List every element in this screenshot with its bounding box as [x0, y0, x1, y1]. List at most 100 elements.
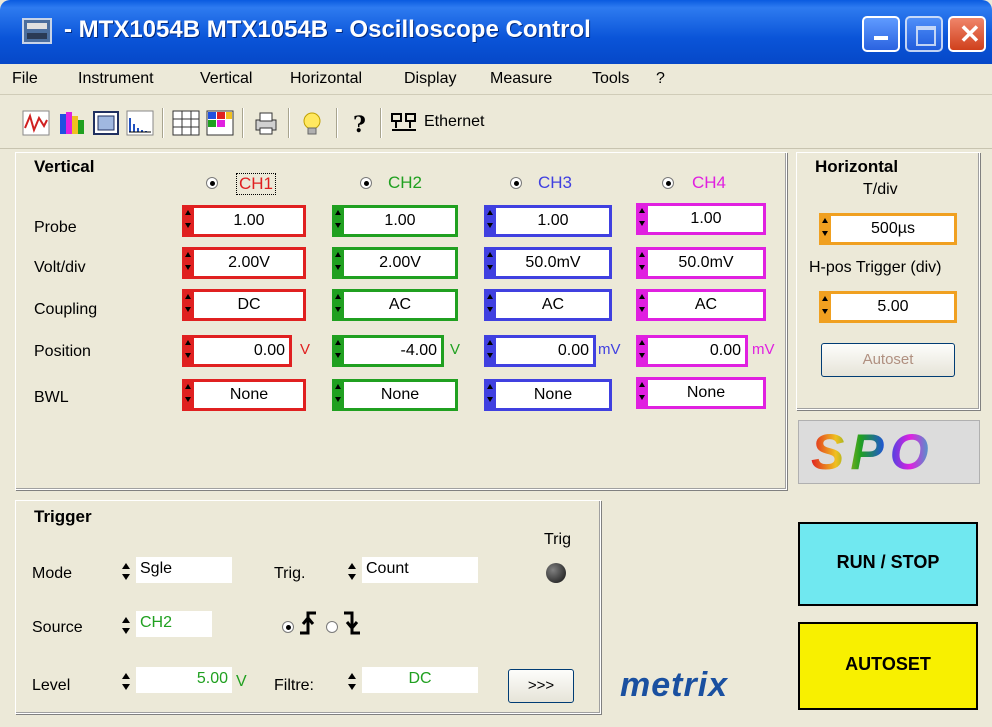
toolbar-separator — [162, 108, 164, 138]
hpos-spinner[interactable]: 5.00 — [819, 291, 957, 323]
ch4-position-value: 0.00 — [709, 342, 741, 359]
ch2-bwl-spinner[interactable]: None — [332, 379, 458, 411]
spo-logo-text: SPO — [811, 424, 935, 480]
ch2-probe-spinner[interactable]: 1.00 — [332, 205, 458, 237]
display-window-icon[interactable] — [92, 110, 120, 136]
ch2-position-spinner[interactable]: -4.00 — [332, 335, 444, 367]
ch4-probe-spinner[interactable]: 1.00 — [636, 203, 766, 235]
ch3-probe-value: 1.00 — [537, 212, 569, 229]
grid-icon[interactable] — [172, 110, 200, 136]
close-icon: ✕ — [959, 19, 981, 49]
falling-edge-icon — [344, 611, 360, 635]
horizontal-autoset-button[interactable]: Autoset — [821, 343, 955, 377]
ch3-coupling-spinner[interactable]: AC — [484, 289, 612, 321]
level-field[interactable]: 5.00 — [136, 667, 232, 693]
ch3-volt-div-spinner[interactable]: 50.0mV — [484, 247, 612, 279]
falling-edge-radio[interactable] — [326, 621, 338, 633]
ch4-volt-div-value: 50.0mV — [678, 254, 734, 271]
ch1-probe-value: 1.00 — [233, 212, 265, 229]
source-spinner-arrows[interactable] — [120, 613, 132, 639]
ch1-probe-spinner[interactable]: 1.00 — [182, 205, 306, 237]
maximize-button[interactable] — [905, 16, 943, 52]
app-icon[interactable] — [22, 18, 52, 44]
menu-help[interactable]: ? — [656, 70, 665, 88]
ch3-position-spinner[interactable]: 0.00 — [484, 335, 596, 367]
ch4-radio[interactable] — [662, 177, 674, 189]
menu-tools[interactable]: Tools — [592, 70, 629, 88]
level-spinner-arrows[interactable] — [120, 669, 132, 695]
ch1-radio[interactable] — [206, 177, 218, 189]
mode-spinner-arrows[interactable] — [120, 559, 132, 585]
waveform-icon[interactable] — [22, 110, 50, 136]
network-icon[interactable] — [390, 110, 418, 136]
ch1-bwl-value: None — [229, 386, 269, 403]
run-stop-button[interactable]: RUN / STOP — [798, 522, 978, 606]
ch1-coupling-spinner[interactable]: DC — [182, 289, 306, 321]
level-unit: V — [236, 673, 247, 690]
ch3-bwl-value: None — [533, 386, 573, 403]
menu-vertical[interactable]: Vertical — [200, 70, 252, 88]
color-grid-icon[interactable] — [206, 110, 234, 136]
ch2-bwl-value: None — [380, 386, 420, 403]
rising-edge-radio[interactable] — [282, 621, 294, 633]
mode-field[interactable]: Sgle — [136, 557, 232, 583]
menu-bar: File Instrument Vertical Horizontal Disp… — [0, 64, 992, 95]
ch1-coupling-value: DC — [237, 296, 261, 313]
tdiv-spinner[interactable]: 500µs — [819, 213, 957, 245]
menu-instrument[interactable]: Instrument — [78, 70, 154, 88]
trig-label: Trig. — [274, 565, 306, 582]
lightbulb-icon[interactable] — [298, 110, 326, 136]
ch2-position-value: -4.00 — [400, 342, 437, 359]
ch2-radio[interactable] — [360, 177, 372, 189]
source-label: Source — [32, 619, 83, 636]
spectrum-analyzer-icon[interactable] — [126, 110, 154, 136]
help-icon[interactable]: ? — [346, 110, 374, 136]
spo-logo: SPO — [798, 420, 980, 484]
print-icon[interactable] — [252, 110, 280, 136]
ch3-radio[interactable] — [510, 177, 522, 189]
ch3-bwl-spinner[interactable]: None — [484, 379, 612, 411]
menu-measure[interactable]: Measure — [490, 70, 552, 88]
mode-label: Mode — [32, 565, 73, 582]
trig-indicator-led — [546, 563, 566, 583]
ch4-bwl-spinner[interactable]: None — [636, 377, 766, 409]
filtre-field[interactable]: DC — [362, 667, 478, 693]
ch4-position-spinner[interactable]: 0.00 — [636, 335, 748, 367]
filtre-spinner-arrows[interactable] — [346, 669, 358, 695]
horizontal-panel: Horizontal T/div 500µs H-pos Trigger (di… — [796, 152, 980, 410]
toolbar-separator — [288, 108, 290, 138]
ch4-bwl-value: None — [686, 384, 726, 401]
ch2-volt-div-spinner[interactable]: 2.00V — [332, 247, 458, 279]
ch1-label: CH1 — [236, 173, 277, 195]
trig-indicator-label: Trig — [544, 531, 571, 548]
close-button[interactable]: ✕ — [948, 16, 986, 52]
trig-spinner-arrows[interactable] — [346, 559, 358, 585]
color-spectrum-icon[interactable] — [58, 110, 86, 136]
autoset-button[interactable]: AUTOSET — [798, 622, 978, 710]
menu-display[interactable]: Display — [404, 70, 456, 88]
position-label: Position — [34, 343, 91, 360]
window-title: - MTX1054B MTX1054B - Oscilloscope Contr… — [64, 16, 591, 43]
menu-horizontal[interactable]: Horizontal — [290, 70, 362, 88]
ch3-probe-spinner[interactable]: 1.00 — [484, 205, 612, 237]
vertical-panel: Vertical Probe Volt/div Coupling Positio… — [15, 152, 787, 490]
ch1-volt-div-spinner[interactable]: 2.00V — [182, 247, 306, 279]
trigger-panel: Trigger Mode Sgle Trig. Count Trig Sourc… — [15, 500, 601, 714]
hpos-label: H-pos Trigger (div) — [809, 259, 942, 276]
ch1-bwl-spinner[interactable]: None — [182, 379, 306, 411]
ch2-coupling-spinner[interactable]: AC — [332, 289, 458, 321]
coupling-label: Coupling — [34, 301, 98, 318]
ch4-volt-div-spinner[interactable]: 50.0mV — [636, 247, 766, 279]
minimize-button[interactable] — [862, 16, 900, 52]
ch4-coupling-value: AC — [694, 296, 718, 313]
ch1-position-spinner[interactable]: 0.00 — [182, 335, 292, 367]
minimize-icon — [874, 36, 888, 40]
trig-field[interactable]: Count — [362, 557, 478, 583]
source-field[interactable]: CH2 — [136, 611, 212, 637]
more-options-button[interactable]: >>> — [508, 669, 574, 703]
hpos-value: 5.00 — [877, 298, 909, 315]
ch2-position-unit: V — [450, 341, 461, 358]
menu-file[interactable]: File — [12, 70, 38, 88]
ch4-coupling-spinner[interactable]: AC — [636, 289, 766, 321]
ch2-volt-div-value: 2.00V — [379, 254, 421, 271]
